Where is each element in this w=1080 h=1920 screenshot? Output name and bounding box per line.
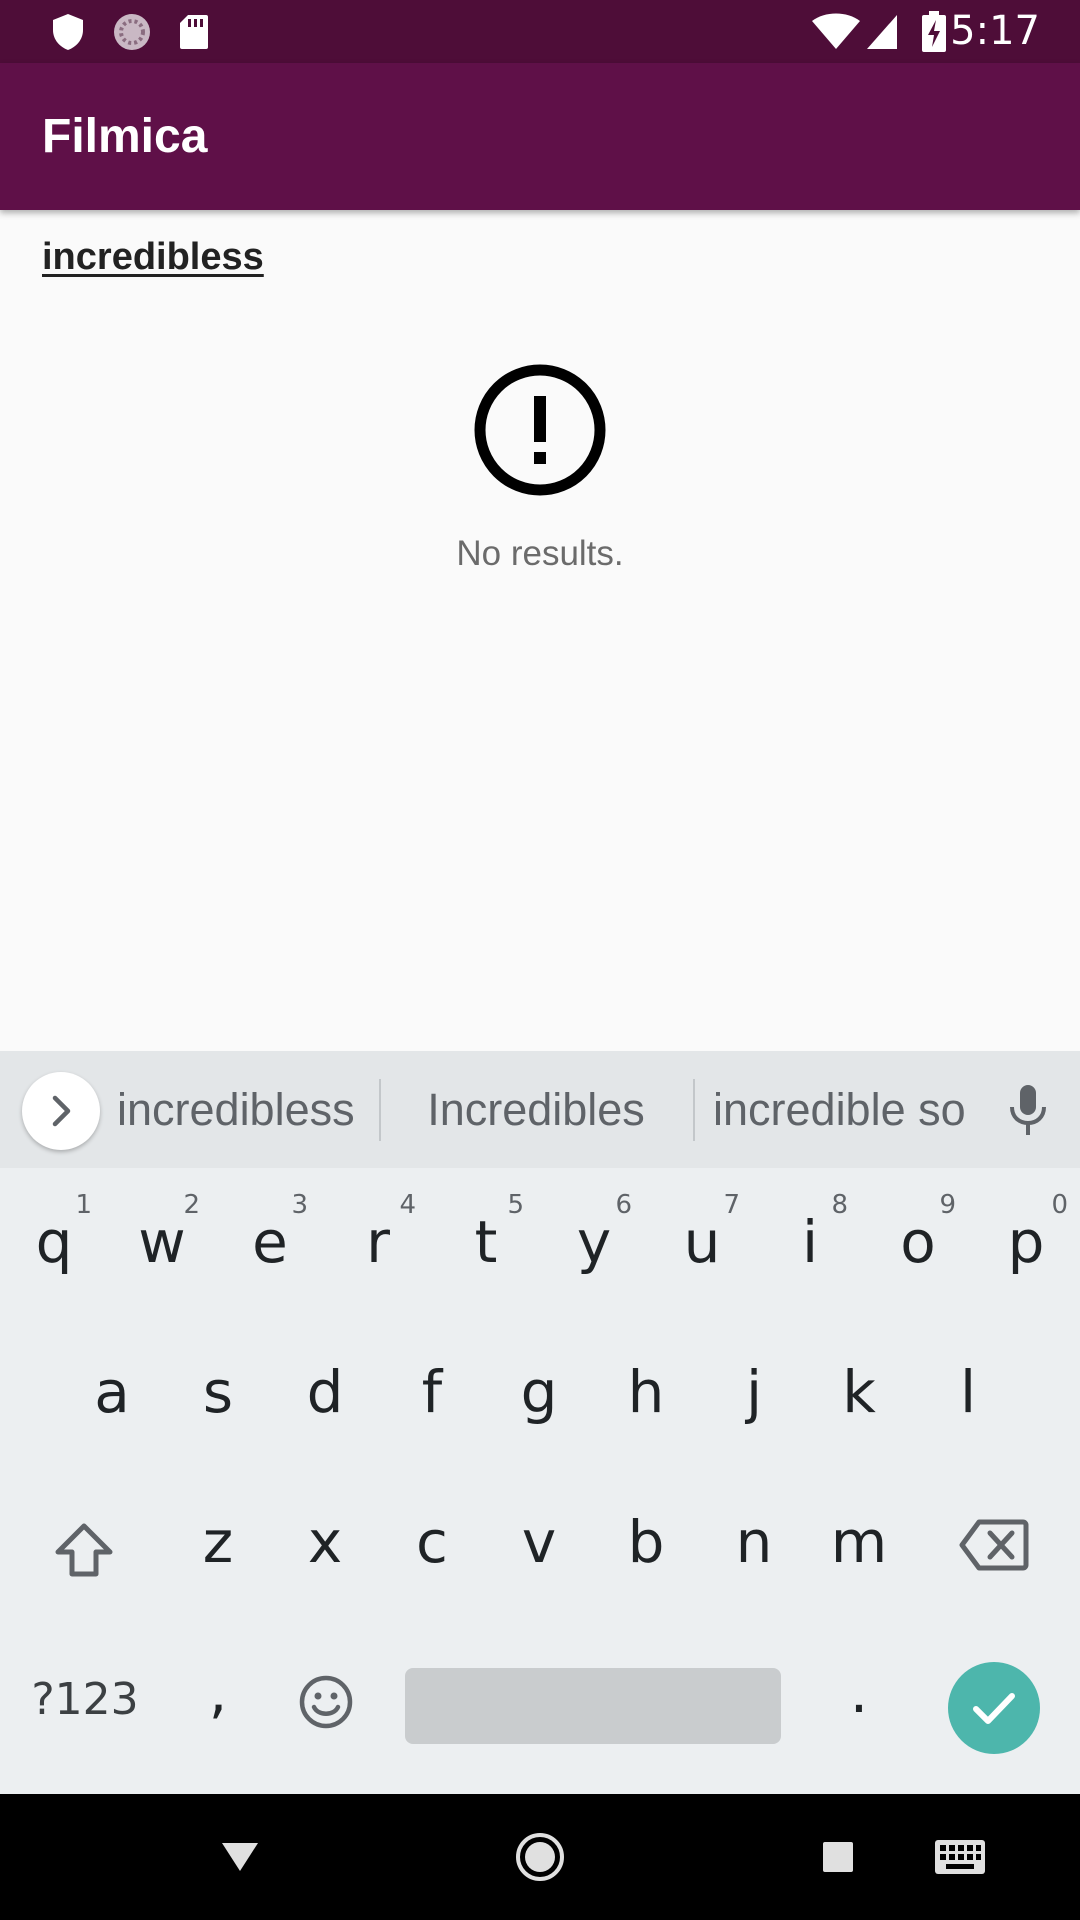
key-label: g	[520, 1358, 558, 1426]
navigation-bar	[0, 1794, 1080, 1920]
done-key[interactable]	[948, 1662, 1040, 1754]
keyboard-icon	[935, 1840, 985, 1874]
suggestion-item[interactable]: incredibless	[117, 1051, 367, 1168]
recents-button[interactable]	[800, 1794, 875, 1920]
key-label: w	[138, 1208, 186, 1276]
status-bar: 5:17	[0, 0, 1080, 63]
suggestion-item[interactable]: Incredibles	[400, 1051, 672, 1168]
period-key[interactable]: .	[805, 1618, 913, 1794]
key-b[interactable]: b	[592, 1468, 700, 1618]
key-label: f	[421, 1358, 443, 1426]
emoji-icon	[299, 1675, 353, 1729]
key-label: o	[900, 1208, 936, 1276]
key-c[interactable]: c	[378, 1468, 486, 1618]
space-key[interactable]	[405, 1668, 781, 1744]
key-label: ,	[208, 1658, 228, 1726]
comma-key[interactable]: ,	[164, 1618, 272, 1794]
key-p[interactable]: 0p	[972, 1168, 1080, 1318]
key-label: h	[627, 1358, 665, 1426]
emoji-key[interactable]	[271, 1618, 379, 1794]
key-j[interactable]: j	[700, 1318, 808, 1468]
key-label: t	[474, 1208, 498, 1276]
signal-icon	[864, 0, 900, 63]
microphone-icon[interactable]	[1000, 1081, 1056, 1141]
search-query-text[interactable]: incredibless	[42, 236, 264, 279]
back-button[interactable]	[200, 1794, 280, 1920]
home-circle-icon	[516, 1833, 564, 1881]
key-o[interactable]: 9o	[864, 1168, 972, 1318]
recents-square-icon	[822, 1842, 853, 1872]
expand-suggestions-button[interactable]	[22, 1072, 100, 1150]
backspace-key[interactable]	[930, 1468, 1080, 1618]
key-label: i	[801, 1208, 819, 1276]
key-label: .	[849, 1658, 869, 1726]
status-clock: 5:17	[950, 8, 1040, 54]
suggestion-bar: incredibless Incredibles incredible so	[0, 1051, 1080, 1168]
key-v[interactable]: v	[485, 1468, 593, 1618]
key-h[interactable]: h	[592, 1318, 700, 1468]
key-label: z	[202, 1508, 234, 1576]
no-results-message: No results.	[456, 534, 624, 573]
key-label: u	[683, 1208, 721, 1276]
key-label: b	[627, 1508, 665, 1576]
key-x[interactable]: x	[271, 1468, 379, 1618]
key-n[interactable]: n	[700, 1468, 808, 1618]
key-label: c	[416, 1508, 448, 1576]
wifi-icon	[810, 0, 862, 63]
key-d[interactable]: d	[271, 1318, 379, 1468]
key-y[interactable]: 6y	[540, 1168, 648, 1318]
shield-icon	[48, 0, 88, 63]
key-e[interactable]: 3e	[216, 1168, 324, 1318]
suggestion-item[interactable]: incredible so	[713, 1051, 975, 1168]
key-label: m	[830, 1508, 888, 1576]
keyboard-switch-button[interactable]	[920, 1794, 1000, 1920]
key-label: s	[202, 1358, 234, 1426]
backspace-icon	[959, 1519, 1029, 1571]
battery-charging-icon	[920, 0, 948, 63]
shift-icon	[55, 1523, 113, 1577]
key-l[interactable]: l	[914, 1318, 1022, 1468]
sd-card-icon	[176, 0, 212, 63]
key-label: a	[94, 1358, 130, 1426]
shift-key[interactable]	[0, 1468, 170, 1618]
key-label: j	[745, 1358, 763, 1426]
home-button[interactable]	[500, 1794, 580, 1920]
key-m[interactable]: m	[805, 1468, 913, 1618]
key-a[interactable]: a	[58, 1318, 166, 1468]
key-g[interactable]: g	[485, 1318, 593, 1468]
check-icon	[973, 1693, 1015, 1724]
key-z[interactable]: z	[164, 1468, 272, 1618]
key-w[interactable]: 2w	[108, 1168, 216, 1318]
key-label: y	[576, 1208, 612, 1276]
key-t[interactable]: 5t	[432, 1168, 540, 1318]
chevron-right-icon	[52, 1095, 71, 1127]
key-label: r	[366, 1208, 390, 1276]
key-label: k	[842, 1358, 876, 1426]
key-label: d	[306, 1358, 344, 1426]
key-k[interactable]: k	[805, 1318, 913, 1468]
key-u[interactable]: 7u	[648, 1168, 756, 1318]
key-i[interactable]: 8i	[756, 1168, 864, 1318]
soft-keyboard: incredibless Incredibles incredible so 1…	[0, 1051, 1080, 1794]
suggestion-divider	[379, 1079, 381, 1141]
key-q[interactable]: 1q	[0, 1168, 108, 1318]
back-triangle-icon	[222, 1843, 258, 1871]
key-label: n	[735, 1508, 773, 1576]
key-label: q	[35, 1208, 73, 1276]
suggestion-divider	[693, 1079, 695, 1141]
symbols-key[interactable]: ?123	[0, 1618, 170, 1794]
symbols-key-label: ?123	[31, 1674, 139, 1725]
sync-icon	[110, 0, 154, 63]
key-label: l	[959, 1358, 977, 1426]
key-s[interactable]: s	[164, 1318, 272, 1468]
key-label: e	[252, 1208, 288, 1276]
key-r[interactable]: 4r	[324, 1168, 432, 1318]
key-label: p	[1007, 1208, 1045, 1276]
key-label: x	[307, 1508, 343, 1576]
key-label: v	[521, 1508, 557, 1576]
app-bar: Filmica	[0, 63, 1080, 210]
key-f[interactable]: f	[378, 1318, 486, 1468]
app-title: Filmica	[42, 110, 208, 163]
alert-circle-icon	[474, 364, 606, 496]
